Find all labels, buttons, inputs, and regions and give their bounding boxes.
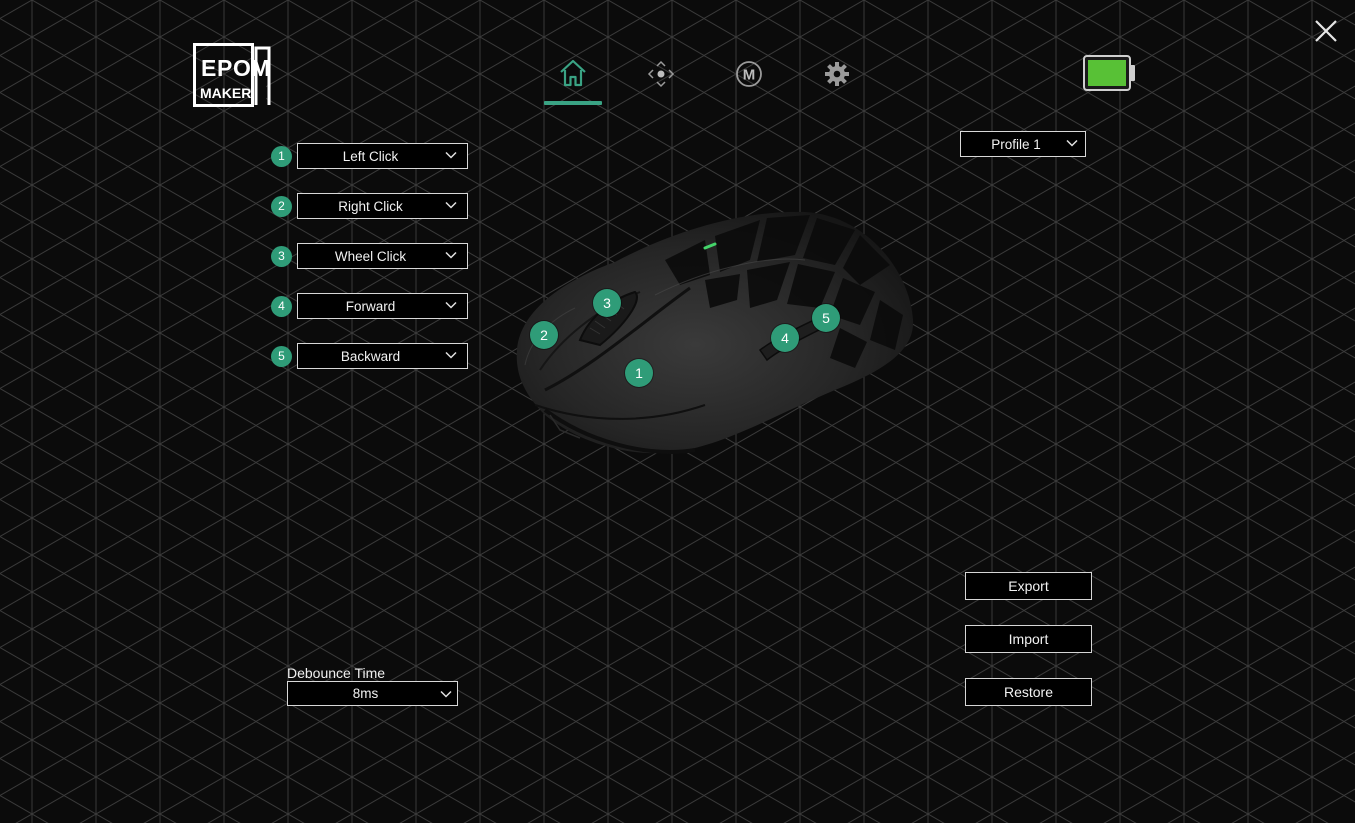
select-value: Backward — [340, 348, 401, 364]
gear-icon[interactable] — [819, 56, 855, 92]
logo-text-maker: MAKER — [200, 85, 251, 101]
import-button[interactable]: Import — [965, 625, 1092, 653]
profile-select[interactable]: Profile 1 — [960, 131, 1086, 157]
restore-button[interactable]: Restore — [965, 678, 1092, 706]
macro-letter: M — [743, 67, 756, 84]
select-value: Forward — [345, 298, 396, 314]
debounce-label: Debounce Time — [287, 665, 386, 681]
chevron-down-icon — [445, 251, 457, 259]
button-number-badge: 4 — [271, 295, 292, 317]
home-icon[interactable] — [555, 55, 591, 91]
button-number-badge: 3 — [271, 245, 292, 267]
epomaker-logo: E P O M MAKER — [193, 43, 271, 107]
macro-icon[interactable]: M — [731, 56, 767, 92]
button-5-select[interactable]: Backward — [297, 343, 468, 369]
battery-icon — [1083, 55, 1135, 91]
select-value: Left Click — [342, 148, 399, 164]
chevron-down-icon — [445, 151, 457, 159]
logo-text-o: O — [233, 55, 251, 81]
mouse-hotspot-2[interactable]: 2 — [530, 321, 558, 349]
button-1-select[interactable]: Left Click — [297, 143, 468, 169]
mouse-image — [516, 211, 914, 454]
select-value: Profile 1 — [991, 136, 1041, 152]
mouse-illustration: 1 2 3 4 5 — [505, 200, 925, 465]
close-icon[interactable] — [1313, 18, 1339, 44]
mouse-hotspot-5[interactable]: 5 — [812, 304, 840, 332]
mouse-hotspot-4[interactable]: 4 — [771, 324, 799, 352]
chevron-down-icon — [445, 351, 457, 359]
export-button[interactable]: Export — [965, 572, 1092, 600]
chevron-down-icon — [440, 690, 452, 698]
logo-text-p: P — [217, 55, 232, 81]
button-2-select[interactable]: Right Click — [297, 193, 468, 219]
select-value: Wheel Click — [334, 248, 407, 264]
button-number-badge: 2 — [271, 195, 292, 217]
select-value: 8ms — [352, 686, 379, 701]
dpi-icon[interactable] — [643, 56, 679, 92]
button-number-badge: 5 — [271, 345, 292, 367]
button-mapping-row-4: 4 Forward — [271, 293, 468, 319]
mouse-hotspot-1[interactable]: 1 — [625, 359, 653, 387]
select-value: Right Click — [338, 198, 403, 214]
button-mapping-row-2: 2 Right Click — [271, 193, 468, 219]
active-tab-indicator — [544, 101, 602, 105]
button-4-select[interactable]: Forward — [297, 293, 468, 319]
button-number-badge: 1 — [271, 145, 292, 167]
logo-text-m: M — [251, 55, 270, 81]
chevron-down-icon — [445, 201, 457, 209]
debounce-select[interactable]: 8ms — [287, 681, 458, 706]
logo-text-epom: E — [201, 55, 216, 81]
chevron-down-icon — [445, 301, 457, 309]
mouse-hotspot-3[interactable]: 3 — [593, 289, 621, 317]
button-3-select[interactable]: Wheel Click — [297, 243, 468, 269]
button-mapping-row-5: 5 Backward — [271, 343, 468, 369]
button-mapping-row-1: 1 Left Click — [271, 143, 468, 169]
chevron-down-icon — [1066, 139, 1078, 147]
button-mapping-row-3: 3 Wheel Click — [271, 243, 468, 269]
